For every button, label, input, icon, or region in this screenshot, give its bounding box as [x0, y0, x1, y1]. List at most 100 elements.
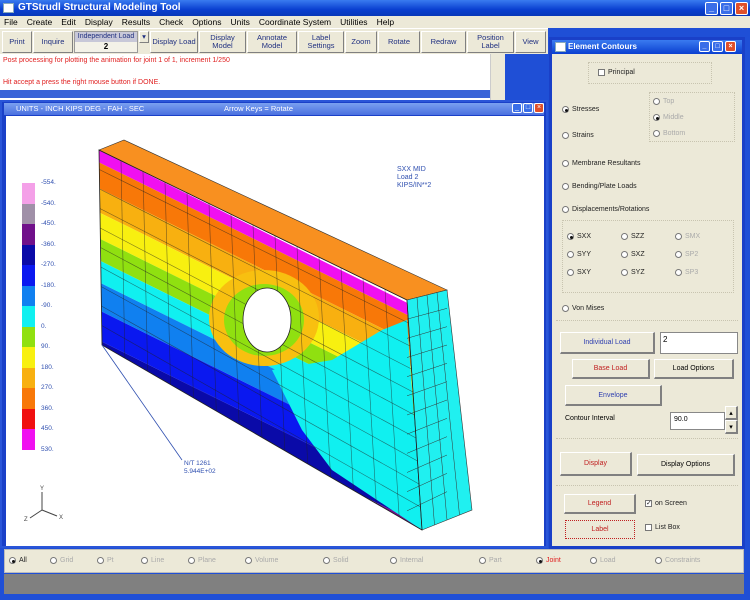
legend-value: 450.	[41, 425, 54, 432]
component-radio-sxy[interactable]: SXY	[567, 269, 591, 276]
dialog-title-bar: Element Contours _ □ ×	[552, 40, 742, 54]
component-radio-syy[interactable]: SYY	[567, 251, 591, 258]
list-box-checkbox[interactable]: List Box	[645, 524, 680, 531]
on-screen-checkbox[interactable]: ✓ on Screen	[645, 500, 687, 507]
dialog-maximize-button[interactable]: □	[712, 41, 723, 52]
component-radio-sxx[interactable]: SXX	[567, 233, 591, 240]
filter-radio-line[interactable]: Line	[141, 557, 164, 564]
menu-units[interactable]: Units	[230, 16, 249, 28]
filter-radio-plane[interactable]: Plane	[188, 557, 216, 564]
type-radio-4[interactable]: Displacements/Rotations	[562, 206, 649, 213]
surface-radio-bottom[interactable]: Bottom	[653, 130, 685, 137]
menu-bar: File Create Edit Display Results Check Options…	[0, 16, 750, 28]
component-radio-smx[interactable]: SMX	[675, 233, 700, 240]
radio-label: All	[19, 557, 27, 564]
radio-label: Line	[151, 557, 165, 564]
display-button[interactable]: Display	[560, 452, 632, 476]
rotate-button[interactable]: Rotate	[378, 31, 420, 53]
individual-load-button[interactable]: Individual Load	[560, 332, 655, 354]
type-radio-3[interactable]: Bending/Plate Loads	[562, 183, 637, 190]
close-button[interactable]: ×	[735, 2, 748, 15]
interval-down-button[interactable]: ▾	[725, 420, 738, 434]
principal-checkbox[interactable]: Principal	[598, 69, 635, 76]
filter-radio-joint[interactable]: Joint	[536, 557, 561, 564]
surface-radio-middle[interactable]: Middle	[653, 114, 684, 121]
radio-label: Membrane Resultants	[572, 160, 641, 167]
contour-interval-input[interactable]: 90.0	[670, 412, 725, 430]
dialog-minimize-button[interactable]: _	[699, 41, 710, 52]
annotate-model-button[interactable]: Annotate Model	[247, 31, 297, 53]
menu-check[interactable]: Check	[159, 16, 183, 28]
filter-radio-volume[interactable]: Volume	[245, 557, 278, 564]
interval-up-button[interactable]: ▴	[725, 406, 738, 420]
type-radio-1[interactable]: Strains	[562, 132, 594, 139]
radio-indicator	[567, 269, 574, 276]
contour-model-drawing: Y X Z	[24, 139, 473, 531]
menu-results[interactable]: Results	[122, 16, 150, 28]
filter-radio-constraints[interactable]: Constraints	[655, 557, 700, 564]
filter-radio-all[interactable]: All	[9, 557, 27, 564]
menu-create[interactable]: Create	[27, 16, 53, 28]
model-canvas[interactable]: Y X Z SXX MID Load 2 KIPS/IN**2 N/T 1261 5…	[6, 116, 544, 546]
filter-radio-pt[interactable]: Pt	[97, 557, 114, 564]
von-mises-radio[interactable]: Von Mises	[562, 305, 604, 312]
label-button[interactable]: Label	[565, 520, 635, 539]
legend-button[interactable]: Legend	[564, 494, 636, 514]
surface-radio-top[interactable]: Top	[653, 98, 674, 105]
load-dropdown-button[interactable]: ▾	[139, 31, 149, 43]
viewport-close-button[interactable]: ×	[534, 103, 544, 113]
info-load: Load 2	[397, 174, 419, 181]
component-radio-sp2[interactable]: SP2	[675, 251, 698, 258]
radio-indicator	[653, 114, 660, 121]
print-button[interactable]: Print	[2, 31, 32, 53]
maximize-button[interactable]: □	[720, 2, 733, 15]
checkbox-label: Principal	[608, 69, 635, 76]
load-options-button[interactable]: Load Options	[654, 359, 734, 379]
element-contours-dialog: Element Contours _ □ × Principal Top Middl…	[549, 37, 745, 549]
base-load-button[interactable]: Base Load	[572, 359, 650, 379]
menu-file[interactable]: File	[4, 16, 18, 28]
filter-radio-part[interactable]: Part	[479, 557, 502, 564]
display-load-button[interactable]: Display Load	[150, 31, 198, 53]
filter-radio-load[interactable]: Load	[590, 557, 616, 564]
menu-edit[interactable]: Edit	[61, 16, 76, 28]
dialog-close-button[interactable]: ×	[725, 41, 736, 52]
component-radio-sp3[interactable]: SP3	[675, 269, 698, 276]
radio-label: Part	[489, 557, 502, 564]
display-model-button[interactable]: Display Model	[199, 31, 246, 53]
filter-radio-internal[interactable]: Internal	[390, 557, 423, 564]
independent-load-box[interactable]: Independent Load 2	[74, 31, 138, 53]
inquire-button[interactable]: Inquire	[33, 31, 73, 53]
independent-load-label: Independent Load	[75, 32, 137, 42]
filter-radio-solid[interactable]: Solid	[323, 557, 349, 564]
type-radio-2[interactable]: Membrane Resultants	[562, 160, 640, 167]
viewport-maximize-button[interactable]: □	[523, 103, 533, 113]
message-scrollbar[interactable]	[490, 54, 505, 100]
viewport-minimize-button[interactable]: _	[512, 103, 522, 113]
radio-indicator	[141, 557, 148, 564]
message-hscroll[interactable]	[0, 90, 490, 98]
radio-indicator	[621, 251, 628, 258]
radio-indicator	[50, 557, 57, 564]
envelope-button[interactable]: Envelope	[565, 385, 662, 406]
redraw-button[interactable]: Redraw	[421, 31, 466, 53]
menu-display[interactable]: Display	[85, 16, 113, 28]
position-label-button[interactable]: Position Label	[467, 31, 514, 53]
zoom-button[interactable]: Zoom	[345, 31, 377, 53]
label-settings-button[interactable]: Label Settings	[298, 31, 344, 53]
axis-label-x: X	[59, 515, 63, 521]
radio-label: SXX	[577, 233, 592, 240]
menu-utilities[interactable]: Utilities	[340, 16, 367, 28]
menu-coordinate-system[interactable]: Coordinate System	[259, 16, 331, 28]
type-radio-0[interactable]: Stresses	[562, 106, 599, 113]
minimize-button[interactable]: _	[705, 2, 718, 15]
display-options-button[interactable]: Display Options	[637, 454, 735, 476]
view-button[interactable]: View	[515, 31, 546, 53]
menu-options[interactable]: Options	[192, 16, 221, 28]
component-radio-syz[interactable]: SYZ	[621, 269, 645, 276]
filter-radio-grid[interactable]: Grid	[50, 557, 73, 564]
component-radio-sxz[interactable]: SXZ	[621, 251, 645, 258]
individual-load-input[interactable]: 2	[660, 332, 738, 354]
menu-help[interactable]: Help	[377, 16, 394, 28]
component-radio-szz[interactable]: SZZ	[621, 233, 644, 240]
